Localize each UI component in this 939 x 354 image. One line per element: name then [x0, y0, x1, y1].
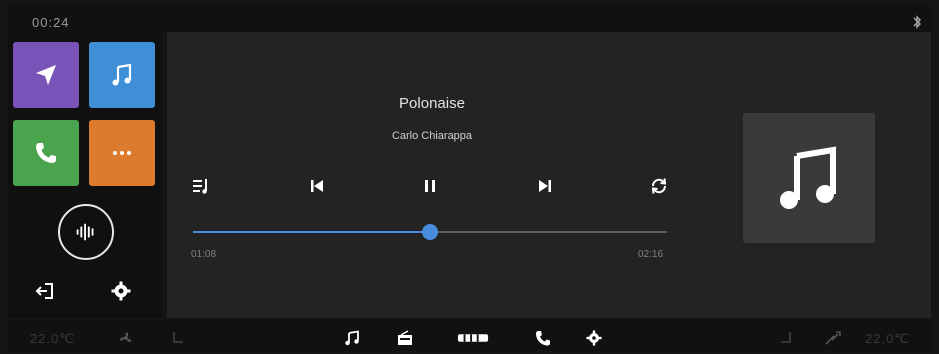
track-title: Polonaise — [399, 95, 465, 112]
settings-icon[interactable] — [110, 280, 132, 302]
voice-assistant-button[interactable] — [58, 204, 114, 260]
screen: 00:24 Polonaise Carlo Chiarappa 01:08 02… — [0, 0, 939, 354]
status-bar: 00:24 — [8, 6, 931, 32]
phone-icon — [536, 331, 550, 346]
music-tile[interactable] — [89, 42, 155, 108]
music-button[interactable] — [342, 330, 362, 346]
playlist-button[interactable] — [189, 174, 213, 198]
seat-heat-icon[interactable] — [168, 330, 188, 346]
fan-icon[interactable] — [116, 330, 136, 346]
music-note-icon — [112, 63, 132, 86]
more-dots-icon — [113, 151, 131, 155]
phone-button[interactable] — [533, 330, 553, 346]
playlist-icon — [193, 179, 207, 194]
music-note-icon — [780, 146, 836, 209]
progress-slider[interactable] — [193, 224, 667, 240]
track-artist: Carlo Chiarappa — [391, 130, 473, 142]
progress-fill — [193, 231, 430, 233]
exit-icon[interactable] — [34, 280, 56, 302]
bluetooth-icon — [913, 15, 921, 29]
temperature-right[interactable]: 22.0℃ — [865, 331, 910, 347]
seat-heat-icon[interactable] — [776, 330, 796, 346]
phone-icon — [36, 143, 56, 163]
radio-icon — [398, 330, 412, 345]
clock: 00:24 — [32, 15, 70, 30]
media-bar-icon — [457, 334, 489, 342]
radio-button[interactable] — [395, 330, 415, 346]
skip-next-icon — [539, 180, 551, 192]
repeat-button[interactable] — [647, 174, 671, 198]
music-note-icon — [345, 330, 359, 346]
previous-button[interactable] — [305, 174, 329, 198]
skip-previous-icon — [311, 180, 323, 192]
progress-handle[interactable] — [422, 224, 438, 240]
media-button[interactable] — [456, 330, 490, 346]
settings-button[interactable] — [584, 330, 604, 346]
pause-button[interactable] — [418, 174, 442, 198]
elapsed-time: 01:08 — [191, 249, 217, 260]
app-panel — [8, 32, 162, 318]
phone-tile[interactable] — [13, 120, 79, 186]
next-button[interactable] — [533, 174, 557, 198]
temperature-left[interactable]: 22.0℃ — [30, 331, 75, 347]
navigation-tile[interactable] — [13, 42, 79, 108]
bottom-bar: 22.0℃ 22.0℃ — [8, 321, 931, 351]
total-time: 02:16 — [638, 249, 664, 260]
climate-icon[interactable] — [823, 330, 843, 346]
pause-icon — [425, 180, 435, 192]
repeat-icon — [651, 178, 667, 194]
album-art — [743, 113, 875, 243]
settings-icon — [586, 330, 602, 346]
media-player: Polonaise Carlo Chiarappa 01:08 02:16 — [167, 32, 931, 318]
navigation-arrow-icon — [36, 65, 56, 85]
more-tile[interactable] — [89, 120, 155, 186]
voice-waveform-icon — [76, 223, 94, 241]
